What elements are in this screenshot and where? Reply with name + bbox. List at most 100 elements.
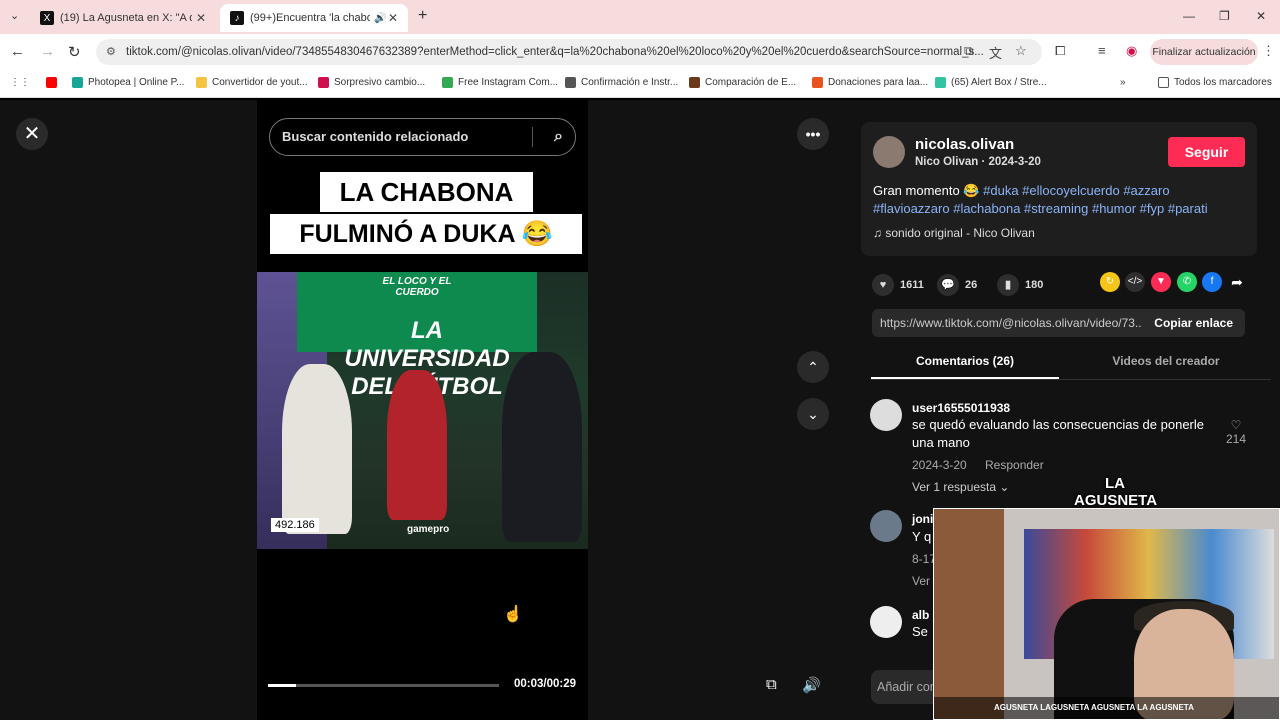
x-logo-icon: X <box>40 11 54 25</box>
bookmark-star-icon[interactable]: ☆ <box>1015 43 1027 59</box>
bookmark-label: Free Instagram Com... <box>458 77 559 88</box>
extensions-icon[interactable]: ⧠ <box>1055 43 1065 59</box>
comment-text: Y q <box>912 529 932 544</box>
person-center <box>387 370 447 520</box>
translate-icon[interactable]: 文 <box>989 43 1002 62</box>
video-player[interactable]: Buscar contenido relacionado ⌕ LA CHABON… <box>257 100 588 720</box>
media-icon[interactable]: ≡ <box>1098 43 1106 58</box>
speaker-icon[interactable]: 🔊 <box>374 13 386 24</box>
repost-icon[interactable]: ↻ <box>1100 272 1120 292</box>
comment-like-count: 214 <box>1226 432 1247 446</box>
minimize-icon[interactable]: — <box>1183 9 1195 23</box>
bookmark-donaciones[interactable]: Donaciones para laa... <box>812 77 928 88</box>
bookmark-photopea[interactable]: Photopea | Online P... <box>72 77 184 88</box>
like-action[interactable]: ♥ 1611 <box>872 274 924 296</box>
send-icon[interactable]: ▼ <box>1151 272 1171 292</box>
whatsapp-icon[interactable]: ✆ <box>1177 272 1197 292</box>
door <box>934 509 1004 719</box>
comment-avatar[interactable] <box>870 606 902 638</box>
tab-tiktok[interactable]: ♪ (99+)Encuentra 'la chabona 🔊 ✕ <box>220 4 408 32</box>
share-icon[interactable]: ➦ <box>1227 272 1247 292</box>
close-tab-icon[interactable]: ✕ <box>196 11 206 25</box>
comment-avatar[interactable] <box>870 399 902 431</box>
bookmark-label: Photopea | Online P... <box>88 77 185 88</box>
reply-button[interactable]: Responder <box>985 458 1044 472</box>
all-bookmarks[interactable]: Todos los marcadores <box>1158 77 1272 88</box>
related-search-input[interactable]: Buscar contenido relacionado ⌕ <box>269 118 576 156</box>
all-bookmarks-label: Todos los marcadores <box>1174 77 1272 88</box>
tab-search-icon[interactable]: ⌄ <box>10 9 19 22</box>
comment-text: se quedó evaluando las consecuencias de … <box>912 417 1204 450</box>
progress-bar[interactable] <box>268 684 499 687</box>
floating-player-icon[interactable]: ⧉ <box>766 676 777 693</box>
browser-toolbar: ← → ↻ ⚙ tiktok.com/@nicolas.olivan/video… <box>0 34 1280 70</box>
bookmark-alertbox[interactable]: (65) Alert Box / Stre... <box>935 77 1047 88</box>
caption-line-2: FULMINÓ A DUKA 😂 <box>270 214 582 254</box>
view-replies-button[interactable]: Ver <box>912 574 930 588</box>
profile-icon[interactable]: ◉ <box>1126 43 1137 59</box>
tab-comments[interactable]: Comentarios (26) <box>871 354 1059 379</box>
bookmark-comparacion[interactable]: Comparación de E... <box>689 77 796 88</box>
like-count: 1611 <box>900 279 924 291</box>
new-tab-button[interactable]: + <box>418 7 427 25</box>
tab-creator-videos[interactable]: Videos del creador <box>1066 354 1266 368</box>
hashtags[interactable]: #flavioazzaro #lachabona #streaming #hum… <box>873 201 1208 216</box>
address-bar[interactable]: ⚙ tiktok.com/@nicolas.olivan/video/73485… <box>96 39 1042 65</box>
site-info-icon[interactable]: ⚙ <box>106 39 116 65</box>
comment-username[interactable]: user16555011938 <box>912 401 1010 415</box>
creator-username[interactable]: nicolas.olivan <box>915 136 1014 153</box>
tab-title: (99+)Encuentra 'la chabona <box>250 12 370 24</box>
facebook-icon[interactable]: f <box>1202 272 1222 292</box>
bookmark-sorpresivo[interactable]: Sorpresivo cambio... <box>318 77 425 88</box>
comment-avatar[interactable] <box>870 510 902 542</box>
creator-avatar[interactable] <box>873 136 905 168</box>
next-video-button[interactable]: ⌄ <box>797 398 829 430</box>
streamer-webcam-overlay: AGUSNETA LAGUSNETA AGUSNETA LA AGUSNETA <box>933 508 1280 720</box>
bookmark-youtube[interactable] <box>46 77 62 88</box>
comment-tabs: Comentarios (26) Videos del creador <box>871 354 1271 380</box>
window-close-icon[interactable]: ✕ <box>1256 9 1266 23</box>
music-label: sonido original - Nico Olivan <box>885 226 1035 240</box>
bookmark-icon: ▮ <box>997 274 1019 296</box>
close-tab-icon[interactable]: ✕ <box>388 11 398 25</box>
hashtags[interactable]: #duka #ellocoyelcuerdo #azzaro <box>983 183 1169 198</box>
bookmark-convertidor[interactable]: Convertidor de yout... <box>196 77 308 88</box>
reload-icon[interactable]: ↻ <box>68 43 81 61</box>
view-counter: 492.186 <box>271 518 319 532</box>
comment-text: Se <box>912 624 928 639</box>
comment-username[interactable]: joni <box>912 512 933 526</box>
save-count: 180 <box>1025 279 1044 291</box>
previous-video-button[interactable]: ⌃ <box>797 351 829 383</box>
menu-icon[interactable]: ⋮ <box>1262 43 1275 59</box>
view-replies-button[interactable]: Ver 1 respuesta ⌄ <box>912 480 1009 494</box>
tab-twitter[interactable]: X (19) La Agusneta en X: "A quien ✕ <box>30 4 216 32</box>
apps-icon[interactable]: ⋮⋮ <box>10 77 30 88</box>
save-action[interactable]: ▮ 180 <box>997 274 1043 296</box>
follow-button[interactable]: Seguir <box>1168 137 1245 167</box>
youtube-icon <box>46 77 57 88</box>
comment-action[interactable]: 💬 26 <box>937 274 977 296</box>
creator-nickname-date: Nico Olivan · 2024-3-20 <box>915 156 1041 168</box>
comment-username[interactable]: alb <box>912 608 929 622</box>
install-icon[interactable]: ⧉ <box>964 43 973 59</box>
search-icon[interactable]: ⌕ <box>554 119 563 155</box>
bookmark-label: (65) Alert Box / Stre... <box>951 77 1047 88</box>
caption-line-1: LA CHABONA <box>320 172 533 212</box>
more-bookmarks-icon[interactable]: » <box>1120 77 1126 88</box>
more-options-button[interactable]: ••• <box>797 118 829 150</box>
volume-icon[interactable]: 🔊 <box>802 676 821 694</box>
embed-icon[interactable]: </> <box>1125 272 1145 292</box>
comment-like[interactable]: ♡ 214 <box>1226 418 1246 446</box>
back-icon[interactable]: ← <box>10 43 25 60</box>
bookmark-confirmacion[interactable]: Confirmación e Instr... <box>565 77 678 88</box>
copy-link-button[interactable]: Copiar enlace <box>1142 309 1245 337</box>
bookmark-instagram[interactable]: Free Instagram Com... <box>442 77 558 88</box>
update-button[interactable]: Finalizar actualización <box>1150 39 1258 65</box>
forward-icon[interactable]: → <box>40 43 55 60</box>
music-link[interactable]: ♫ sonido original - Nico Olivan <box>873 226 1035 240</box>
share-link-box[interactable]: https://www.tiktok.com/@nicolas.olivan/v… <box>872 309 1245 337</box>
heart-icon: ♥ <box>872 274 894 296</box>
streamlabs-icon <box>935 77 946 88</box>
maximize-icon[interactable]: ❐ <box>1219 9 1230 23</box>
close-video-button[interactable]: ✕ <box>16 118 48 150</box>
